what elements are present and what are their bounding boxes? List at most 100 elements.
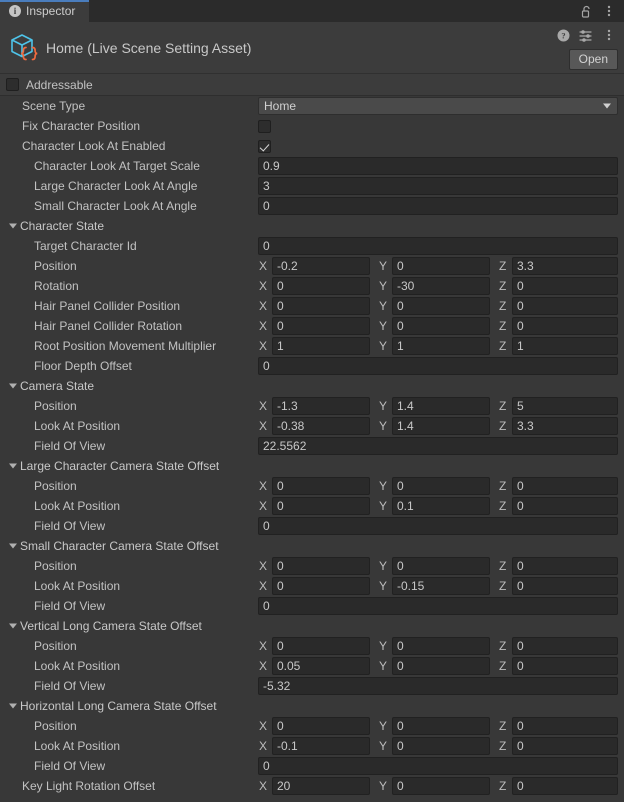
input-look-at-position-z[interactable]: 0 — [512, 657, 618, 675]
preset-sliders-icon[interactable] — [579, 27, 593, 43]
input-look-at-position-y[interactable]: -0.15 — [392, 577, 490, 595]
input-position-z[interactable]: 0 — [512, 637, 618, 655]
axis-label-x: X — [259, 339, 268, 353]
input-key-light-rotation-offset-y[interactable]: 0 — [392, 777, 490, 795]
input-position-y[interactable]: 0 — [392, 717, 490, 735]
input-position-x[interactable]: 0 — [272, 477, 370, 495]
vector3-component-z: Z0 — [498, 557, 618, 575]
input-position-x[interactable]: 0 — [272, 717, 370, 735]
input-look-at-position-x[interactable]: 0 — [272, 497, 370, 515]
foldout-triangle-icon[interactable] — [9, 463, 17, 469]
vector3-component-y: Y0 — [378, 557, 498, 575]
vector3-component-x: X -1.3 — [258, 397, 378, 415]
input-look-at-position-z[interactable]: 3.3 — [512, 417, 618, 435]
input-position-z[interactable]: 0 — [512, 557, 618, 575]
property-row-character-look-at-enabled: Character Look At Enabled — [0, 136, 624, 156]
input-position-y[interactable]: 0 — [392, 257, 490, 275]
input-rotation-x[interactable]: 0 — [272, 277, 370, 295]
input-key-light-rotation-offset-z[interactable]: 0 — [512, 777, 618, 795]
foldout-character-state[interactable]: Character State — [0, 216, 624, 236]
input-look-at-position-x[interactable]: -0.1 — [272, 737, 370, 755]
input-root-position-movement-multiplier-y[interactable]: 1 — [392, 337, 490, 355]
kebab-menu-icon[interactable] — [602, 27, 616, 43]
input-small-character-look-at-angle[interactable]: 0 — [258, 197, 618, 215]
input-hair-panel-collider-rotation-x[interactable]: 0 — [272, 317, 370, 335]
input-look-at-position-y[interactable]: 0 — [392, 657, 490, 675]
addressable-checkbox[interactable] — [6, 78, 19, 91]
input-key-light-rotation-offset-x[interactable]: 20 — [272, 777, 370, 795]
input-hair-panel-collider-rotation-z[interactable]: 0 — [512, 317, 618, 335]
foldout-triangle-icon[interactable] — [9, 623, 17, 629]
input-root-position-movement-multiplier-x[interactable]: 1 — [272, 337, 370, 355]
asset-title: Home (Live Scene Setting Asset) — [46, 40, 252, 56]
input-look-at-position-x[interactable]: 0.05 — [272, 657, 370, 675]
input-field-of-view[interactable]: -5.32 — [258, 677, 618, 695]
input-position-x[interactable]: 0 — [272, 557, 370, 575]
input-look-at-position-z[interactable]: 0 — [512, 737, 618, 755]
tab-inspector-label: Inspector — [26, 4, 76, 18]
input-look-at-position-y[interactable]: 0 — [392, 737, 490, 755]
input-hair-panel-collider-position-z[interactable]: 0 — [512, 297, 618, 315]
input-position-y[interactable]: 0 — [392, 637, 490, 655]
input-position-x[interactable]: -1.3 — [272, 397, 370, 415]
input-look-at-position-x[interactable]: 0 — [272, 577, 370, 595]
input-hair-panel-collider-position-x[interactable]: 0 — [272, 297, 370, 315]
input-rotation-z[interactable]: 0 — [512, 277, 618, 295]
foldout-small-character-camera-state-offset[interactable]: Small Character Camera State Offset — [0, 536, 624, 556]
foldout-vertical-long-camera-state-offset[interactable]: Vertical Long Camera State Offset — [0, 616, 624, 636]
input-look-at-position-z[interactable]: 0 — [512, 497, 618, 515]
input-position-z[interactable]: 5 — [512, 397, 618, 415]
axis-label-z: Z — [499, 719, 507, 733]
input-look-at-position-y[interactable]: 0.1 — [392, 497, 490, 515]
field-area: X -0.1 Y 0 Z 0 — [258, 737, 618, 755]
input-root-position-movement-multiplier-z[interactable]: 1 — [512, 337, 618, 355]
input-field-of-view[interactable]: 0 — [258, 517, 618, 535]
input-look-at-position-x[interactable]: -0.38 — [272, 417, 370, 435]
field-area: -5.32 — [258, 677, 618, 695]
input-hair-panel-collider-position-y[interactable]: 0 — [392, 297, 490, 315]
vector3-field: X -0.2 Y 0 Z 3.3 — [258, 257, 618, 275]
input-rotation-y[interactable]: -30 — [392, 277, 490, 295]
input-position-y[interactable]: 0 — [392, 477, 490, 495]
input-hair-panel-collider-rotation-y[interactable]: 0 — [392, 317, 490, 335]
axis-label-z: Z — [499, 659, 507, 673]
dropdown-value: Home — [264, 99, 297, 113]
dropdown-scene-type[interactable]: Home — [258, 97, 618, 115]
input-floor-depth-offset[interactable]: 0 — [258, 357, 618, 375]
kebab-menu-icon[interactable] — [602, 3, 616, 19]
input-large-character-look-at-angle[interactable]: 3 — [258, 177, 618, 195]
input-position-x[interactable]: -0.2 — [272, 257, 370, 275]
input-position-z[interactable]: 0 — [512, 717, 618, 735]
vector3-field: X -1.3 Y 1.4 Z 5 — [258, 397, 618, 415]
foldout-triangle-icon[interactable] — [9, 223, 17, 229]
lock-open-icon[interactable] — [579, 3, 593, 19]
foldout-triangle-icon[interactable] — [9, 703, 17, 709]
input-look-at-position-z[interactable]: 0 — [512, 577, 618, 595]
property-label: Field Of View — [34, 439, 106, 453]
input-position-z[interactable]: 0 — [512, 477, 618, 495]
input-field-of-view[interactable]: 0 — [258, 757, 618, 775]
help-icon[interactable]: ? — [556, 27, 570, 43]
open-button[interactable]: Open — [568, 49, 618, 70]
input-position-y[interactable]: 0 — [392, 557, 490, 575]
input-position-y[interactable]: 1.4 — [392, 397, 490, 415]
input-position-x[interactable]: 0 — [272, 637, 370, 655]
foldout-large-character-camera-state-offset[interactable]: Large Character Camera State Offset — [0, 456, 624, 476]
tab-inspector[interactable]: i Inspector — [0, 0, 90, 22]
input-field-of-view[interactable]: 22.5562 — [258, 437, 618, 455]
checkbox-fix-character-position[interactable] — [258, 119, 271, 133]
input-look-at-position-y[interactable]: 1.4 — [392, 417, 490, 435]
axis-label-z: Z — [499, 559, 507, 573]
foldout-camera-state[interactable]: Camera State — [0, 376, 624, 396]
input-target-character-id[interactable]: 0 — [258, 237, 618, 255]
input-character-look-at-target-scale[interactable]: 0.9 — [258, 157, 618, 175]
checkbox-character-look-at-enabled[interactable] — [258, 139, 271, 153]
input-field-of-view[interactable]: 0 — [258, 597, 618, 615]
foldout-triangle-icon[interactable] — [9, 383, 17, 389]
input-position-z[interactable]: 3.3 — [512, 257, 618, 275]
vector3-component-z: Z 3.3 — [498, 257, 618, 275]
foldout-triangle-icon[interactable] — [9, 543, 17, 549]
axis-label-y: Y — [379, 399, 388, 413]
axis-label-z: Z — [499, 419, 507, 433]
foldout-horizontal-long-camera-state-offset[interactable]: Horizontal Long Camera State Offset — [0, 696, 624, 716]
